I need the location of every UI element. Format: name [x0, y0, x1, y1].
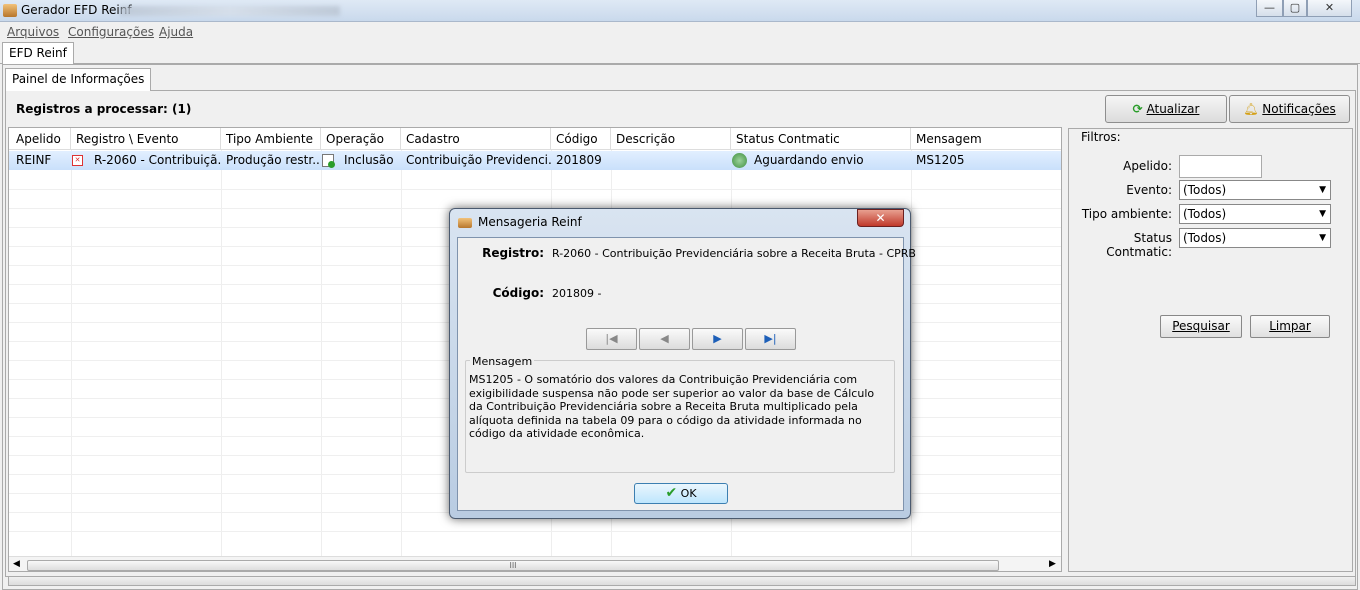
evento-select[interactable]: (Todos) ▼	[1179, 180, 1331, 200]
tab-efd-reinf[interactable]: EFD Reinf	[2, 42, 74, 64]
ok-button[interactable]: ✔ OK	[634, 483, 728, 504]
cell-status: Aguardando envio	[754, 153, 864, 167]
registro-value: R-2060 - Contribuição Previdenciária sob…	[552, 247, 916, 260]
pesquisar-button[interactable]: Pesquisar	[1160, 315, 1242, 338]
close-button[interactable]: ✕	[1307, 0, 1352, 17]
menu-arquivos[interactable]: Arquivos	[7, 25, 59, 39]
dialog-title: Mensageria Reinf	[478, 215, 582, 229]
scroll-right-arrow-icon[interactable]: ▶	[1049, 559, 1056, 569]
registro-label: Registro:	[482, 246, 544, 260]
dropdown-arrow-icon: ▼	[1319, 185, 1326, 195]
apelido-input[interactable]	[1179, 155, 1262, 178]
document-add-icon	[322, 154, 335, 168]
refresh-icon: ⟳	[1132, 102, 1143, 116]
status-contmatic-label: Status Contmatic:	[1106, 231, 1172, 259]
evento-label: Evento:	[1126, 183, 1172, 197]
menu-configuracoes[interactable]: Configurações	[68, 25, 154, 39]
cell-codigo: 201809	[556, 153, 602, 167]
col-cadastro[interactable]: Cadastro	[399, 128, 551, 150]
col-status-contmatic[interactable]: Status Contmatic	[729, 128, 911, 150]
maximize-button[interactable]: ▢	[1283, 0, 1307, 17]
cell-operacao: Inclusão	[344, 153, 394, 167]
col-apelido[interactable]: Apelido	[9, 128, 71, 150]
checkmark-icon: ✔	[665, 485, 678, 501]
cell-descricao	[609, 151, 731, 170]
next-record-button[interactable]: ▶	[692, 328, 743, 350]
cell-mensagem: MS1205	[916, 153, 965, 167]
atualizar-button[interactable]: ⟳ Atualizar	[1105, 95, 1227, 123]
app-icon	[3, 4, 17, 17]
event-error-icon: ✕	[72, 155, 83, 166]
last-record-button[interactable]: ▶|	[745, 328, 796, 350]
codigo-label: Código:	[492, 286, 544, 300]
codigo-value: 201809 -	[552, 287, 602, 300]
col-mensagem[interactable]: Mensagem	[909, 128, 1061, 150]
col-operacao[interactable]: Operação	[319, 128, 401, 150]
ok-label: OK	[680, 487, 697, 500]
scroll-thumb[interactable]: III	[27, 560, 999, 571]
col-registro-evento[interactable]: Registro \ Evento	[69, 128, 221, 150]
apelido-label: Apelido:	[1123, 159, 1172, 173]
minimize-button[interactable]: —	[1256, 0, 1283, 17]
col-descricao[interactable]: Descrição	[609, 128, 731, 150]
notificacoes-label: Notificações	[1262, 102, 1336, 116]
limpar-button[interactable]: Limpar	[1250, 315, 1330, 338]
cell-tipo-ambiente: Produção restr...	[226, 153, 321, 167]
close-icon: ✕	[875, 211, 886, 225]
status-contmatic-value: (Todos)	[1183, 231, 1227, 245]
status-contmatic-select[interactable]: (Todos) ▼	[1179, 228, 1331, 248]
cell-cadastro: Contribuição Previdenci...	[406, 153, 551, 167]
tipo-ambiente-value: (Todos)	[1183, 207, 1227, 221]
window-title: Gerador EFD Reinf	[21, 3, 132, 17]
tab-painel-informacoes[interactable]: Painel de Informações	[5, 68, 152, 91]
col-codigo[interactable]: Código	[549, 128, 611, 150]
registros-count-label: Registros a processar: (1)	[16, 102, 192, 116]
title-redacted-text	[120, 6, 340, 16]
grid-header: Apelido Registro \ Evento Tipo Ambiente …	[9, 128, 1061, 150]
cell-apelido: REINF	[16, 153, 52, 167]
dropdown-arrow-icon: ▼	[1319, 233, 1326, 243]
col-tipo-ambiente[interactable]: Tipo Ambiente	[219, 128, 321, 150]
filters-title: Filtros:	[1079, 130, 1123, 144]
first-record-button[interactable]: |◀	[586, 328, 637, 350]
bell-icon: 🔔︎	[1243, 102, 1259, 116]
scroll-left-arrow-icon[interactable]: ◀	[13, 559, 20, 569]
status-clock-icon	[732, 153, 747, 168]
notificacoes-button[interactable]: 🔔︎ Notificações	[1229, 95, 1350, 123]
evento-value: (Todos)	[1183, 183, 1227, 197]
dialog-app-icon	[458, 218, 472, 228]
tab-bar	[0, 42, 1360, 64]
menu-bar	[0, 22, 1360, 42]
mensagem-text: MS1205 - O somatório dos valores da Cont…	[469, 373, 875, 440]
menu-ajuda[interactable]: Ajuda	[159, 25, 193, 39]
tipo-ambiente-select[interactable]: (Todos) ▼	[1179, 204, 1331, 224]
cell-registro: R-2060 - Contribuiçã...	[94, 153, 221, 167]
status-bar	[8, 576, 1356, 586]
dropdown-arrow-icon: ▼	[1319, 209, 1326, 219]
tipo-ambiente-label: Tipo ambiente:	[1081, 207, 1172, 221]
table-row[interactable]: REINF ✕ R-2060 - Contribuiçã... Produção…	[9, 151, 1061, 170]
mensagem-title: Mensagem	[470, 355, 535, 368]
atualizar-label: Atualizar	[1146, 102, 1200, 116]
prev-record-button[interactable]: ◀	[639, 328, 690, 350]
dialog-close-button[interactable]: ✕	[857, 209, 904, 227]
horizontal-scrollbar[interactable]: ◀ III ▶	[9, 556, 1061, 571]
